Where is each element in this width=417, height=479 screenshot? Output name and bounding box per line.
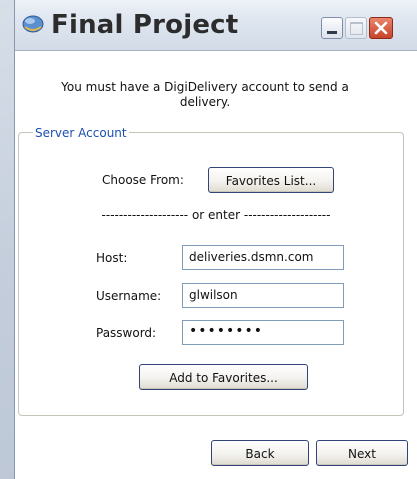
close-icon[interactable]	[369, 17, 393, 39]
title-bar[interactable]: Final Project	[15, 0, 417, 51]
maximize-icon[interactable]	[345, 17, 367, 39]
minimize-icon[interactable]	[321, 17, 343, 39]
or-enter-divider: -------------------- or enter ----------…	[101, 208, 331, 222]
choose-from-label: Choose From:	[102, 173, 184, 187]
message-line-1: You must have a DigiDelivery account to …	[61, 80, 349, 94]
message-line-2: delivery.	[179, 95, 231, 109]
server-account-group-label: Server Account	[33, 126, 129, 140]
back-button[interactable]: Back	[211, 440, 309, 466]
app-icon	[21, 13, 45, 35]
host-input[interactable]: deliveries.dsmn.com	[182, 245, 344, 270]
password-label: Password:	[96, 326, 157, 340]
username-input[interactable]: glwilson	[182, 283, 344, 308]
favorites-list-button[interactable]: Favorites List...	[208, 167, 334, 193]
window-title: Final Project	[51, 10, 239, 40]
next-button[interactable]: Next	[316, 440, 408, 466]
host-label: Host:	[96, 251, 128, 265]
password-input[interactable]: ••••••••	[182, 320, 344, 345]
add-to-favorites-button[interactable]: Add to Favorites...	[139, 364, 308, 390]
username-label: Username:	[96, 289, 162, 303]
account-required-message: You must have a DigiDelivery account to …	[50, 80, 360, 110]
